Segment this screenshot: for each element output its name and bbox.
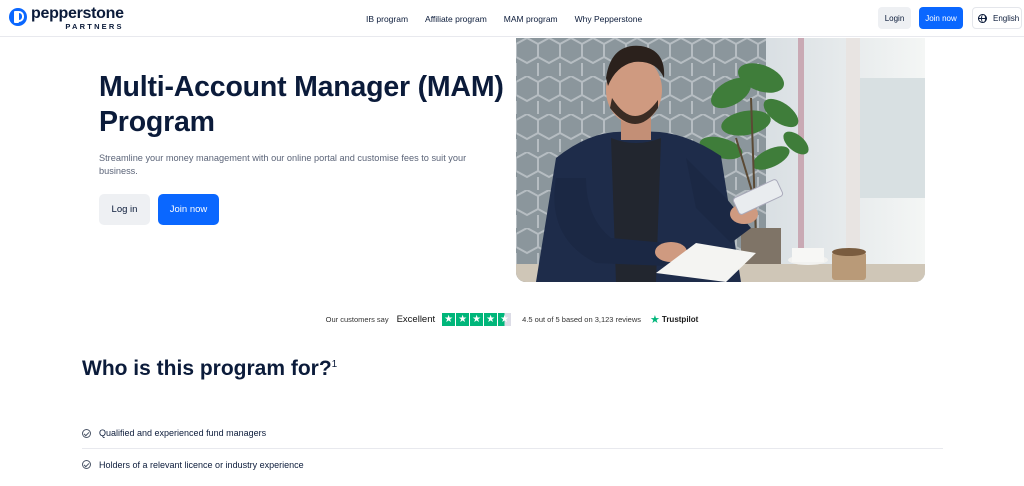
pepperstone-partners-logo[interactable]: pepperstone PARTNERS: [9, 5, 124, 31]
language-label: English: [993, 13, 1020, 23]
hero-subtitle: Streamline your money management with ou…: [99, 153, 467, 176]
half-star-icon: ★: [498, 312, 512, 326]
check-circle-icon: [82, 460, 91, 469]
trustpilot-rating-word: Excellent: [396, 313, 436, 325]
star-icon: ★: [456, 312, 470, 326]
globe-icon: [978, 13, 987, 23]
section-title-who: Who is this program for?1: [82, 357, 337, 381]
header-login-button[interactable]: Login: [878, 7, 911, 29]
logo-subtitle: PARTNERS: [65, 21, 124, 31]
check-circle-icon: [82, 428, 91, 438]
trustpilot-brand-label: Trustpilot: [661, 314, 699, 324]
footnote-marker[interactable]: 1: [332, 359, 338, 370]
trustpilot-stars: ★ ★ ★ ★ ★: [442, 312, 512, 326]
page-title: Multi-Account Manager (MAM) Program: [99, 71, 504, 138]
star-icon: ★: [442, 312, 456, 326]
hero-photo-man-with-phone: [516, 38, 925, 282]
logo-wordmark: pepperstone: [31, 4, 124, 22]
list-item-label: Holders of a relevant licence or industr…: [99, 459, 304, 470]
section-title-text: Who is this program for?: [82, 357, 332, 380]
main-nav: IB program Affiliate program MAM program…: [366, 0, 659, 37]
nav-affiliate-program[interactable]: Affiliate program: [425, 14, 487, 24]
trustpilot-review-count: 4.5 out of 5 based on 3,123 reviews: [522, 314, 641, 324]
hero-login-button[interactable]: Log in: [99, 194, 150, 225]
hero-join-now-button[interactable]: Join now: [158, 194, 219, 225]
header-join-now-button[interactable]: Join now: [919, 7, 963, 29]
star-icon: ★: [470, 312, 484, 326]
trustpilot-logo[interactable]: ★ Trustpilot: [650, 313, 698, 326]
star-icon: ★: [484, 312, 498, 326]
pepperstone-logo-icon: [9, 8, 27, 26]
list-item-label: Qualified and experienced fund managers: [99, 428, 267, 438]
site-header: pepperstone PARTNERS IB program Affiliat…: [0, 0, 1024, 37]
trustpilot-widget[interactable]: Our customers say Excellent ★ ★ ★ ★ ★ 4.…: [0, 311, 1024, 327]
list-item: Qualified and experienced fund managers: [82, 418, 943, 449]
audience-list: Qualified and experienced fund managers …: [82, 418, 943, 480]
language-selector[interactable]: English: [972, 7, 1022, 29]
nav-mam-program[interactable]: MAM program: [504, 14, 558, 24]
nav-why-pepperstone[interactable]: Why Pepperstone: [575, 14, 643, 24]
trustpilot-customers-say: Our customers say: [325, 314, 389, 324]
list-item: Holders of a relevant licence or industr…: [82, 449, 943, 480]
trustpilot-star-icon: ★: [650, 313, 660, 326]
nav-ib-program[interactable]: IB program: [366, 14, 408, 24]
